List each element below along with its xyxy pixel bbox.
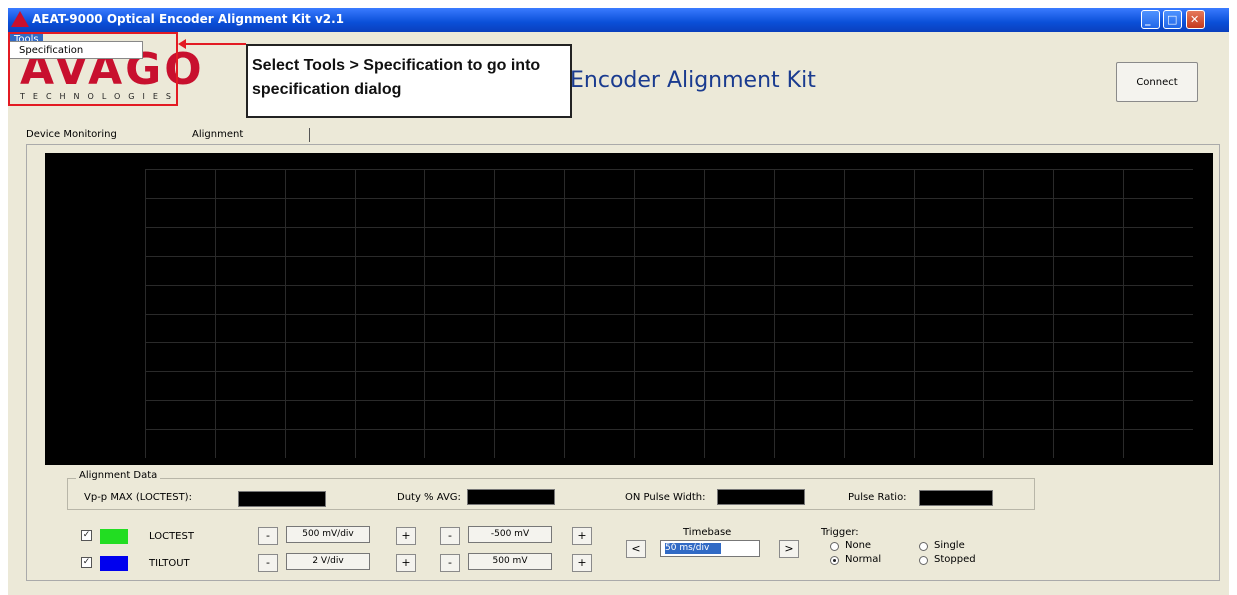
title-bar[interactable]: AEAT-9000 Optical Encoder Alignment Kit … — [8, 8, 1229, 32]
close-icon: ✕ — [1190, 13, 1200, 26]
trigger-label: Trigger: — [821, 527, 859, 538]
maximize-button[interactable]: □ — [1163, 10, 1182, 29]
duty-avg-label: Duty % AVG: — [397, 492, 461, 503]
tiltout-color-swatch[interactable] — [100, 556, 128, 571]
tiltout-label: TILTOUT — [149, 558, 190, 569]
minimize-button[interactable]: _ — [1141, 10, 1160, 29]
pulse-ratio-label: Pulse Ratio: — [848, 492, 907, 503]
alignment-data-title: Alignment Data — [76, 470, 161, 481]
tiltout-offset-increase-button[interactable]: + — [572, 554, 592, 572]
annotation-arrow-line — [184, 43, 246, 45]
loctest-offset-field[interactable]: -500 mV — [468, 526, 552, 543]
loctest-offset-increase-button[interactable]: + — [572, 527, 592, 545]
trigger-single-radio[interactable] — [919, 542, 928, 551]
loctest-label: LOCTEST — [149, 531, 194, 542]
timebase-value: 50 ms/div — [665, 543, 721, 554]
tiltout-checkbox[interactable]: ✓ — [81, 557, 92, 568]
window-title: AEAT-9000 Optical Encoder Alignment Kit … — [32, 12, 345, 26]
duty-avg-value — [467, 489, 555, 505]
app-heading: Encoder Alignment Kit — [570, 68, 816, 93]
maximize-icon: □ — [1167, 13, 1178, 26]
loctest-scale-field[interactable]: 500 mV/div — [286, 526, 370, 543]
trigger-single-label: Single — [934, 540, 965, 551]
timebase-next-button[interactable]: > — [779, 540, 799, 558]
minimize-icon: _ — [1145, 13, 1151, 26]
annotation-callout: Select Tools > Specification to go into … — [246, 44, 572, 118]
tiltout-offset-decrease-button[interactable]: - — [440, 554, 460, 572]
trigger-none-radio[interactable] — [830, 542, 839, 551]
trigger-normal-radio[interactable] — [830, 556, 839, 565]
tiltout-scale-field[interactable]: 2 V/div — [286, 553, 370, 570]
loctest-offset-decrease-button[interactable]: - — [440, 527, 460, 545]
oscilloscope-display — [45, 153, 1213, 465]
annotation-highlight-box — [8, 32, 178, 106]
close-button[interactable]: ✕ — [1186, 10, 1205, 29]
loctest-scale-decrease-button[interactable]: - — [258, 527, 278, 545]
loctest-checkbox[interactable]: ✓ — [81, 530, 92, 541]
timebase-field[interactable]: 50 ms/div — [660, 540, 760, 557]
tab-device-monitoring[interactable]: Device Monitoring — [26, 126, 117, 144]
tiltout-scale-increase-button[interactable]: + — [396, 554, 416, 572]
tiltout-scale-decrease-button[interactable]: - — [258, 554, 278, 572]
trigger-normal-label: Normal — [845, 554, 882, 565]
trigger-stopped-radio[interactable] — [919, 556, 928, 565]
vpp-max-label: Vp-p MAX (LOCTEST): — [84, 492, 192, 503]
pulse-ratio-value — [919, 490, 993, 506]
timebase-prev-button[interactable]: < — [626, 540, 646, 558]
trigger-stopped-label: Stopped — [934, 554, 976, 565]
timebase-label: Timebase — [683, 527, 732, 538]
tab-alignment[interactable]: Alignment — [192, 126, 243, 144]
tiltout-offset-field[interactable]: 500 mV — [468, 553, 552, 570]
tab-divider — [309, 128, 310, 142]
loctest-scale-increase-button[interactable]: + — [396, 527, 416, 545]
on-pulse-width-label: ON Pulse Width: — [625, 492, 706, 503]
app-icon — [11, 11, 29, 27]
scope-grid — [145, 169, 1193, 458]
loctest-color-swatch[interactable] — [100, 529, 128, 544]
on-pulse-width-value — [717, 489, 805, 505]
vpp-max-value — [238, 491, 326, 507]
trigger-none-label: None — [845, 540, 872, 551]
connect-button[interactable]: Connect — [1116, 62, 1198, 102]
scope-grid-lines — [145, 169, 1193, 458]
